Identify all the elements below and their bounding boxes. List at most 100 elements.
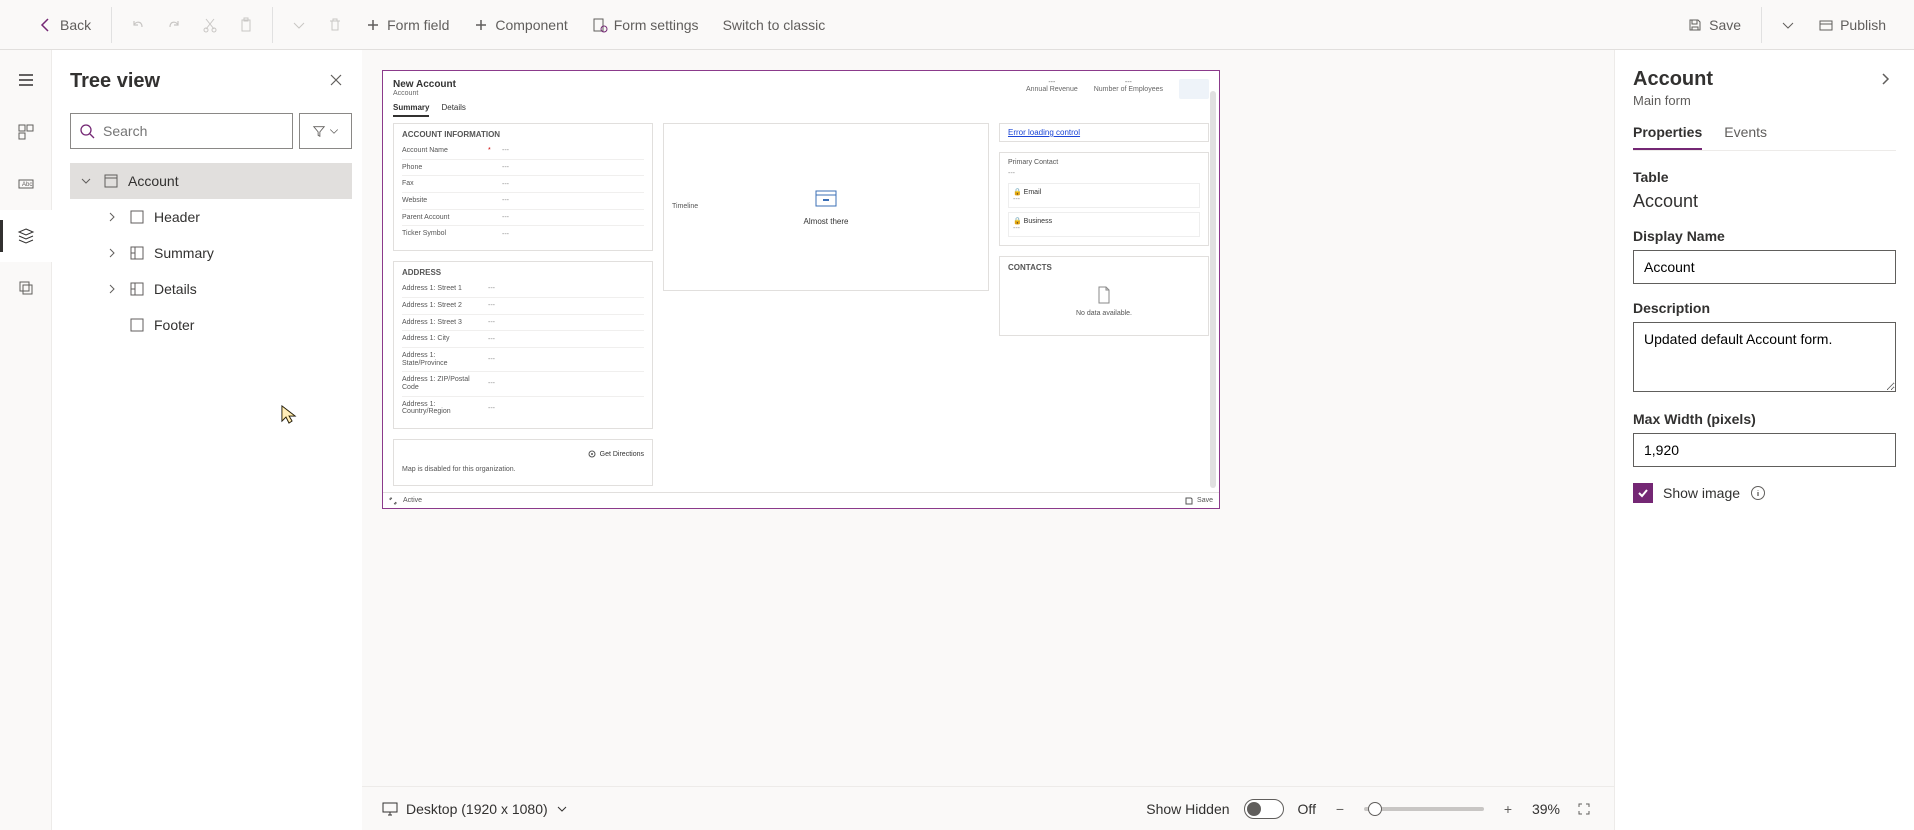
preview-field[interactable]: Website--- bbox=[402, 193, 644, 210]
filter-icon bbox=[312, 124, 326, 138]
prop-tab-properties[interactable]: Properties bbox=[1633, 124, 1702, 150]
rail-library[interactable] bbox=[0, 262, 52, 314]
components-icon bbox=[17, 123, 35, 141]
paste-button[interactable] bbox=[232, 11, 260, 39]
tree-item-footer[interactable]: Footer bbox=[70, 307, 352, 343]
info-icon[interactable] bbox=[1750, 485, 1766, 501]
plus-icon bbox=[473, 17, 489, 33]
search-icon bbox=[79, 123, 95, 139]
show-hidden-toggle[interactable] bbox=[1244, 799, 1284, 819]
cut-button[interactable] bbox=[196, 11, 224, 39]
library-icon bbox=[17, 279, 35, 297]
publish-button[interactable]: Publish bbox=[1810, 11, 1894, 39]
back-arrow-icon bbox=[38, 17, 54, 33]
fit-to-screen-button[interactable] bbox=[1574, 799, 1594, 819]
prop-tab-events[interactable]: Events bbox=[1724, 124, 1767, 150]
prop-max-width-label: Max Width (pixels) bbox=[1633, 411, 1896, 427]
rail-hamburger[interactable] bbox=[0, 54, 52, 106]
tree-search-input[interactable] bbox=[103, 123, 284, 139]
save-icon bbox=[1185, 497, 1193, 505]
preview-field[interactable]: Address 1: Country/Region--- bbox=[402, 397, 644, 420]
preview-field[interactable]: Address 1: Street 3--- bbox=[402, 315, 644, 332]
prop-collapse-button[interactable] bbox=[1874, 68, 1896, 93]
save-button[interactable]: Save bbox=[1679, 11, 1749, 39]
form-settings-button[interactable]: Form settings bbox=[584, 11, 707, 39]
tree-item-account[interactable]: Account bbox=[70, 163, 352, 199]
rail-components[interactable] bbox=[0, 106, 52, 158]
redo-button[interactable] bbox=[160, 11, 188, 39]
zoom-out-button[interactable]: − bbox=[1330, 799, 1350, 819]
preview-field[interactable]: Address 1: City--- bbox=[402, 331, 644, 348]
svg-text:Abc: Abc bbox=[22, 182, 32, 188]
close-icon bbox=[328, 72, 344, 88]
publish-icon bbox=[1818, 17, 1834, 33]
check-icon bbox=[1636, 486, 1650, 500]
plus-icon bbox=[365, 17, 381, 33]
tree-item-details[interactable]: Details bbox=[70, 271, 352, 307]
preview-tab-details[interactable]: Details bbox=[441, 103, 465, 117]
prop-show-image-checkbox[interactable] bbox=[1633, 483, 1653, 503]
paste-icon bbox=[238, 17, 254, 33]
prop-title: Account bbox=[1633, 68, 1713, 91]
preview-section-timeline[interactable]: Timeline Almost there bbox=[663, 123, 989, 291]
preview-section-primary-contact[interactable]: Primary Contact --- 🔒 Email --- 🔒 Busine… bbox=[999, 152, 1209, 246]
toggle-off-label: Off bbox=[1298, 801, 1316, 817]
switch-to-classic-button[interactable]: Switch to classic bbox=[715, 11, 834, 39]
preview-section-account-info[interactable]: ACCOUNT INFORMATION Account Name*---Phon… bbox=[393, 123, 653, 251]
preview-subtitle: Account bbox=[393, 90, 456, 97]
preview-section-contacts[interactable]: CONTACTS No data available. bbox=[999, 256, 1209, 336]
preview-field[interactable]: Address 1: ZIP/Postal Code--- bbox=[402, 372, 644, 396]
prop-max-width-input[interactable] bbox=[1633, 433, 1896, 467]
tree-close-button[interactable] bbox=[324, 68, 348, 95]
tree-item-summary[interactable]: Summary bbox=[70, 235, 352, 271]
preview-field[interactable]: Phone--- bbox=[402, 160, 644, 177]
device-selector[interactable]: Desktop (1920 x 1080) bbox=[382, 801, 568, 817]
preview-tab-summary[interactable]: Summary bbox=[393, 103, 429, 117]
preview-image-placeholder bbox=[1179, 79, 1209, 99]
zoom-in-button[interactable]: + bbox=[1498, 799, 1518, 819]
preview-field[interactable]: Ticker Symbol--- bbox=[402, 226, 644, 242]
back-button[interactable]: Back bbox=[30, 11, 99, 39]
undo-icon bbox=[130, 17, 146, 33]
tree-filter-button[interactable] bbox=[299, 113, 352, 149]
preview-field[interactable]: Address 1: Street 2--- bbox=[402, 298, 644, 315]
preview-error-card[interactable]: Error loading control bbox=[999, 123, 1209, 142]
save-chevron[interactable] bbox=[1774, 11, 1802, 39]
form-icon bbox=[104, 174, 118, 188]
section-icon bbox=[130, 318, 144, 332]
rail-fields[interactable]: Abc bbox=[0, 158, 52, 210]
left-rail: Abc bbox=[0, 50, 52, 830]
form-preview[interactable]: New Account Account ---Annual Revenue --… bbox=[382, 70, 1220, 509]
tree-search-box[interactable] bbox=[70, 113, 293, 149]
preview-field[interactable]: Fax--- bbox=[402, 176, 644, 193]
hamburger-icon bbox=[17, 71, 35, 89]
chevron-right-icon bbox=[106, 247, 118, 259]
tree-list: Account Header Summary Details bbox=[70, 163, 352, 343]
rail-tree-view[interactable] bbox=[0, 210, 52, 262]
preview-section-address[interactable]: ADDRESS Address 1: Street 1---Address 1:… bbox=[393, 261, 653, 429]
canvas-area: New Account Account ---Annual Revenue --… bbox=[362, 50, 1614, 830]
preview-field[interactable]: Account Name*--- bbox=[402, 143, 644, 160]
undo-button[interactable] bbox=[124, 11, 152, 39]
prop-description-label: Description bbox=[1633, 300, 1896, 316]
prop-show-image-label: Show image bbox=[1663, 485, 1740, 501]
chevron-right-icon bbox=[106, 283, 118, 295]
preview-title: New Account bbox=[393, 79, 456, 90]
paste-chevron[interactable] bbox=[285, 11, 313, 39]
timeline-icon bbox=[813, 187, 839, 209]
delete-button[interactable] bbox=[321, 11, 349, 39]
preview-scrollbar[interactable] bbox=[1210, 91, 1216, 488]
add-component-button[interactable]: Component bbox=[465, 11, 575, 39]
tree-item-header[interactable]: Header bbox=[70, 199, 352, 235]
preview-section-map[interactable]: Get Directions Map is disabled for this … bbox=[393, 439, 653, 486]
preview-field[interactable]: Address 1: State/Province--- bbox=[402, 348, 644, 372]
add-form-field-button[interactable]: Form field bbox=[357, 11, 457, 39]
tree-view-title: Tree view bbox=[70, 70, 160, 93]
preview-field[interactable]: Parent Account--- bbox=[402, 210, 644, 227]
preview-field[interactable]: Address 1: Street 1--- bbox=[402, 281, 644, 298]
canvas-status-bar: Desktop (1920 x 1080) Show Hidden Off − … bbox=[362, 786, 1614, 830]
fit-icon bbox=[1577, 802, 1591, 816]
zoom-slider[interactable] bbox=[1364, 807, 1484, 811]
prop-display-name-input[interactable] bbox=[1633, 250, 1896, 284]
prop-description-input[interactable]: Updated default Account form. bbox=[1633, 322, 1896, 392]
